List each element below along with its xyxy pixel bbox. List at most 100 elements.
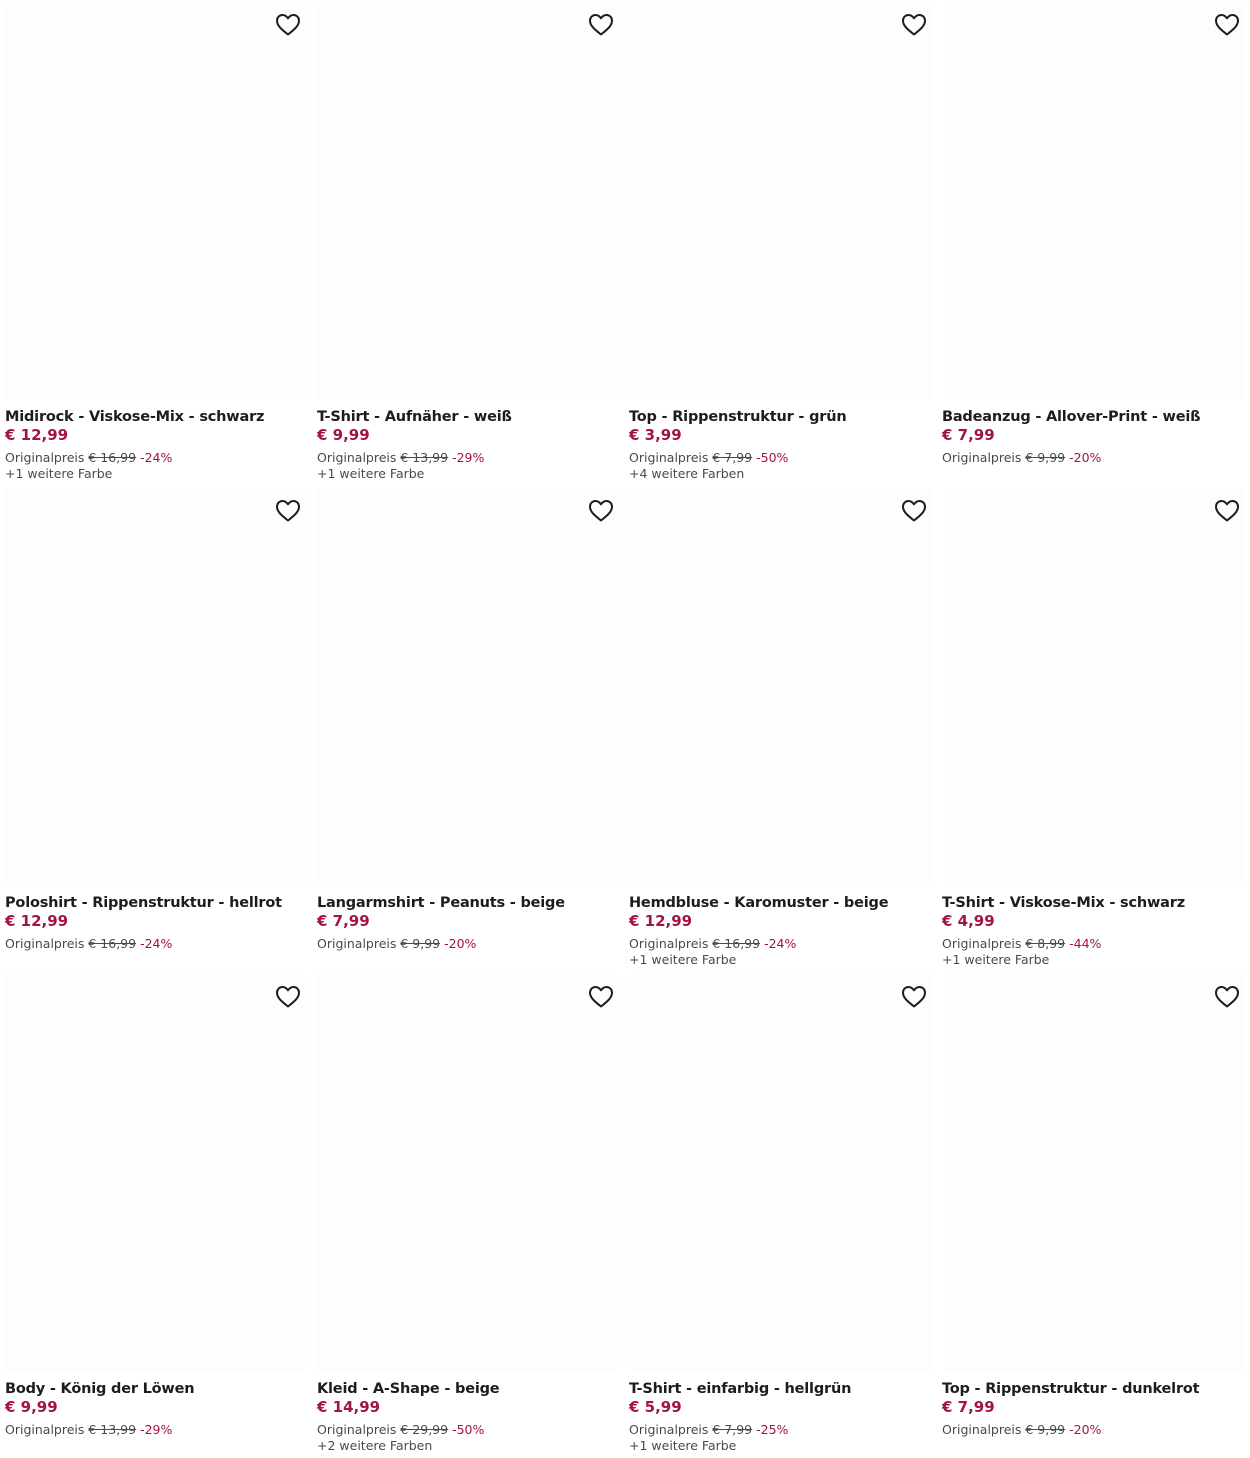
product-title[interactable]: T-Shirt - Viskose-Mix - schwarz <box>942 894 1242 913</box>
product-title[interactable]: Hemdbluse - Karomuster - beige <box>629 894 929 913</box>
more-colors-link[interactable]: +4 weitere Farben <box>629 466 929 482</box>
product-title[interactable]: Midirock - Viskose-Mix - schwarz <box>5 408 305 427</box>
original-price-line: Originalpreis € 13,99 -29% <box>5 1422 305 1438</box>
wishlist-button[interactable] <box>900 12 928 38</box>
product-image[interactable] <box>631 974 931 1372</box>
product-image[interactable] <box>631 2 931 400</box>
original-price-line: Originalpreis € 9,99 -20% <box>317 936 617 952</box>
product-image[interactable] <box>5 488 305 886</box>
product-card[interactable]: Top - Rippenstruktur - grün € 3,99 Origina… <box>626 0 939 486</box>
original-price-label: Originalpreis <box>5 936 85 951</box>
product-card[interactable]: Hemdbluse - Karomuster - beige € 12,99 Ori… <box>626 486 939 972</box>
product-price: € 9,99 <box>5 1398 58 1416</box>
more-colors-link[interactable]: +1 weitere Farbe <box>942 952 1242 968</box>
more-colors-link[interactable]: +1 weitere Farbe <box>317 466 617 482</box>
original-price: € 16,99 <box>88 936 137 951</box>
wishlist-button[interactable] <box>1213 984 1241 1010</box>
discount-badge: -29% <box>140 1422 173 1437</box>
product-title[interactable]: Badeanzug - Allover-Print - weiß <box>942 408 1242 427</box>
wishlist-button[interactable] <box>587 12 615 38</box>
product-price: € 5,99 <box>629 1398 682 1416</box>
product-card[interactable]: Langarmshirt - Peanuts - beige € 7,99 Orig… <box>313 486 626 972</box>
product-title[interactable]: Poloshirt - Rippenstruktur - hellrot <box>5 894 305 913</box>
discount-badge: -50% <box>756 450 789 465</box>
heart-icon <box>901 985 927 1009</box>
discount-badge: -24% <box>764 936 797 951</box>
product-price: € 12,99 <box>629 912 693 930</box>
original-price-line: Originalpreis € 9,99 -20% <box>942 1422 1242 1438</box>
product-info: T-Shirt - Viskose-Mix - schwarz € 4,99 Ori… <box>942 894 1242 968</box>
product-price: € 14,99 <box>317 1398 381 1416</box>
product-image[interactable] <box>317 974 617 1372</box>
product-card[interactable]: Badeanzug - Allover-Print - weiß € 7,99 Or… <box>939 0 1250 486</box>
more-colors-link[interactable]: +1 weitere Farbe <box>5 466 305 482</box>
product-info: Badeanzug - Allover-Print - weiß € 7,99 Or… <box>942 408 1242 466</box>
original-price: € 29,99 <box>400 1422 449 1437</box>
original-price-label: Originalpreis <box>317 450 397 465</box>
product-price: € 12,99 <box>5 912 69 930</box>
original-price-label: Originalpreis <box>629 936 709 951</box>
product-price: € 7,99 <box>942 426 995 444</box>
product-card[interactable]: Body - König der Löwen € 9,99 Originalprei… <box>0 972 313 1458</box>
product-image[interactable] <box>5 2 305 400</box>
original-price-line: Originalpreis € 7,99 -50% <box>629 450 929 466</box>
product-card[interactable]: T-Shirt - einfarbig - hellgrün € 5,99 Orig… <box>626 972 939 1458</box>
heart-icon <box>901 13 927 37</box>
wishlist-button[interactable] <box>274 498 302 524</box>
wishlist-button[interactable] <box>1213 12 1241 38</box>
heart-icon <box>588 985 614 1009</box>
product-card[interactable]: Kleid - A-Shape - beige € 14,99 Originalpr… <box>313 972 626 1458</box>
product-price: € 7,99 <box>942 1398 995 1416</box>
product-price: € 4,99 <box>942 912 995 930</box>
original-price-label: Originalpreis <box>317 1422 397 1437</box>
heart-icon <box>901 499 927 523</box>
more-colors-link[interactable]: +2 weitere Farben <box>317 1438 617 1454</box>
original-price-label: Originalpreis <box>942 1422 1022 1437</box>
heart-icon <box>1214 985 1240 1009</box>
product-title[interactable]: Kleid - A-Shape - beige <box>317 1380 617 1399</box>
product-title[interactable]: Langarmshirt - Peanuts - beige <box>317 894 617 913</box>
product-card[interactable]: Poloshirt - Rippenstruktur - hellrot € 12… <box>0 486 313 972</box>
product-image[interactable] <box>944 974 1244 1372</box>
product-card[interactable]: T-Shirt - Aufnäher - weiß € 9,99 Originalp… <box>313 0 626 486</box>
wishlist-button[interactable] <box>587 498 615 524</box>
product-card[interactable]: T-Shirt - Viskose-Mix - schwarz € 4,99 Ori… <box>939 486 1250 972</box>
product-title[interactable]: Top - Rippenstruktur - grün <box>629 408 929 427</box>
product-info: Poloshirt - Rippenstruktur - hellrot € 12… <box>5 894 305 952</box>
more-colors-link[interactable]: +1 weitere Farbe <box>629 1438 929 1454</box>
wishlist-button[interactable] <box>900 498 928 524</box>
original-price: € 8,99 <box>1025 936 1066 951</box>
original-price: € 16,99 <box>88 450 137 465</box>
product-card[interactable]: Midirock - Viskose-Mix - schwarz € 12,99 O… <box>0 0 313 486</box>
wishlist-button[interactable] <box>274 984 302 1010</box>
product-image[interactable] <box>944 488 1244 886</box>
product-image[interactable] <box>317 2 617 400</box>
product-title[interactable]: Body - König der Löwen <box>5 1380 305 1399</box>
product-title[interactable]: Top - Rippenstruktur - dunkelrot <box>942 1380 1242 1399</box>
original-price-label: Originalpreis <box>942 450 1022 465</box>
wishlist-button[interactable] <box>1213 498 1241 524</box>
product-image[interactable] <box>631 488 931 886</box>
original-price-line: Originalpreis € 8,99 -44% <box>942 936 1242 952</box>
product-card[interactable]: Top - Rippenstruktur - dunkelrot € 7,99 Or… <box>939 972 1250 1458</box>
wishlist-button[interactable] <box>587 984 615 1010</box>
product-image[interactable] <box>944 2 1244 400</box>
product-info: Top - Rippenstruktur - dunkelrot € 7,99 Or… <box>942 1380 1242 1438</box>
product-title[interactable]: T-Shirt - einfarbig - hellgrün <box>629 1380 929 1399</box>
discount-badge: -25% <box>756 1422 789 1437</box>
original-price: € 9,99 <box>1025 1422 1066 1437</box>
original-price: € 13,99 <box>88 1422 137 1437</box>
discount-badge: -24% <box>140 450 173 465</box>
original-price: € 16,99 <box>712 936 761 951</box>
heart-icon <box>275 499 301 523</box>
heart-icon <box>275 13 301 37</box>
product-title[interactable]: T-Shirt - Aufnäher - weiß <box>317 408 617 427</box>
wishlist-button[interactable] <box>900 984 928 1010</box>
product-info: T-Shirt - Aufnäher - weiß € 9,99 Originalp… <box>317 408 617 482</box>
original-price: € 13,99 <box>400 450 449 465</box>
product-image[interactable] <box>317 488 617 886</box>
more-colors-link[interactable]: +1 weitere Farbe <box>629 952 929 968</box>
product-image[interactable] <box>5 974 305 1372</box>
wishlist-button[interactable] <box>274 12 302 38</box>
product-info: Langarmshirt - Peanuts - beige € 7,99 Orig… <box>317 894 617 952</box>
